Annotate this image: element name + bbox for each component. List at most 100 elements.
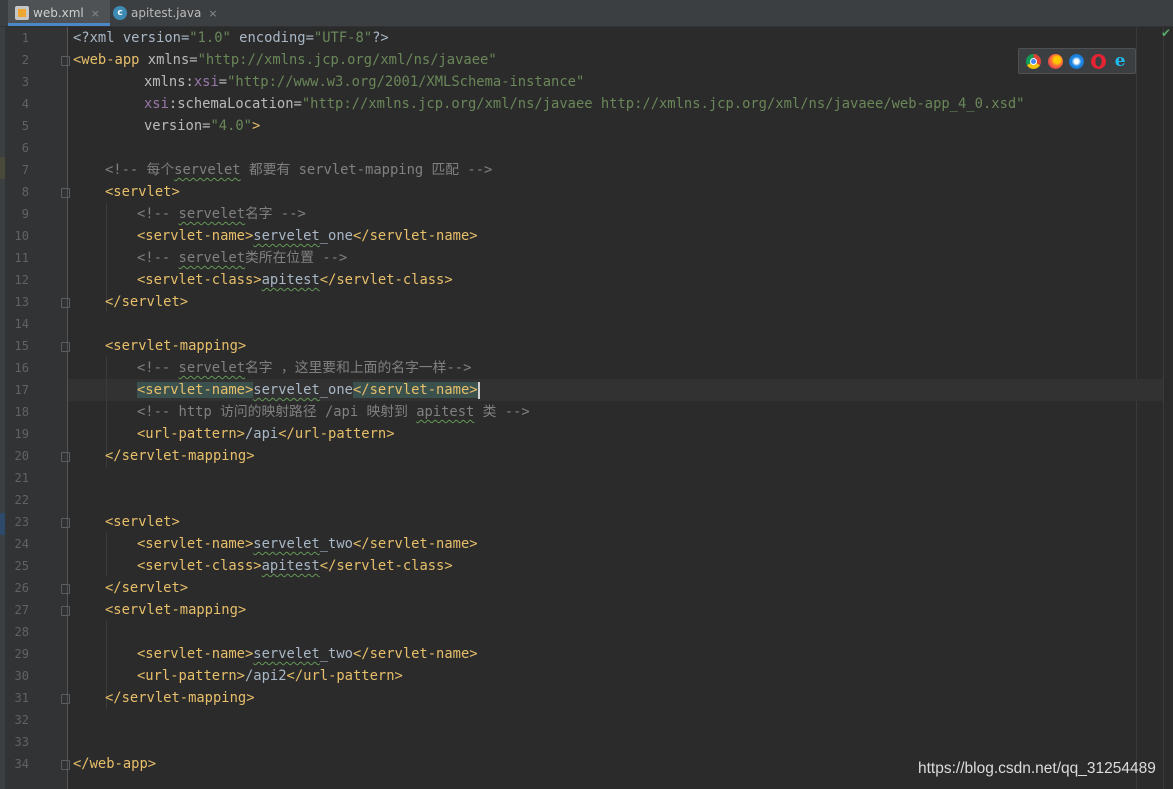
- attr-name: xmlns:: [144, 74, 194, 90]
- code-line[interactable]: <servlet-mapping>: [105, 335, 246, 357]
- code-line[interactable]: <servlet-name>servelet_one</servlet-name…: [137, 225, 478, 247]
- close-icon[interactable]: ×: [208, 7, 217, 20]
- xml-tag: <servlet-name>: [137, 646, 254, 662]
- line-number: 22: [14, 493, 29, 507]
- tag-text: _two: [319, 536, 353, 552]
- line-number: 32: [14, 713, 29, 727]
- line-number: 19: [14, 427, 29, 441]
- xml-tag: <servlet>: [105, 514, 180, 530]
- code-line[interactable]: xsi:schemaLocation="http://xmlns.jcp.org…: [144, 93, 1025, 115]
- opera-icon[interactable]: [1091, 53, 1107, 69]
- xml-tag: </servlet>: [105, 294, 189, 310]
- code-line[interactable]: <servlet-class>apitest</servlet-class>: [137, 269, 453, 291]
- error-stripe[interactable]: [1163, 27, 1173, 789]
- line-number: 26: [14, 581, 29, 595]
- xml-tag: <servlet-class>: [137, 272, 262, 288]
- line-number: 12: [14, 273, 29, 287]
- code-line[interactable]: <web-app xmlns="http://xmlns.jcp.org/xml…: [73, 49, 497, 71]
- attr-value: "http://xmlns.jcp.org/xml/ns/javaee": [197, 52, 497, 68]
- code-line[interactable]: xmlns:xsi="http://www.w3.org/2001/XMLSch…: [144, 71, 584, 93]
- code-line[interactable]: <servlet>: [105, 181, 180, 203]
- line-number: 20: [14, 449, 29, 463]
- comment: <!-- 每个: [105, 162, 175, 178]
- comment: servelet: [174, 162, 241, 178]
- line-number: 11: [14, 251, 29, 265]
- watermark: https://blog.csdn.net/qq_31254489: [918, 760, 1156, 777]
- tag-text: _two: [319, 646, 353, 662]
- code-line[interactable]: <!-- http 访问的映射路径 /api 映射到 apitest 类 -->: [137, 401, 530, 423]
- indent-guide: [106, 533, 107, 577]
- comment: 名字 ，这里要和上面的名字一样-->: [245, 360, 472, 376]
- code-line[interactable]: <servlet>: [105, 511, 180, 533]
- tab-web-xml[interactable]: web.xml ×: [8, 0, 110, 26]
- xml-tag: <servlet-class>: [137, 558, 262, 574]
- namespace: xsi: [144, 96, 169, 112]
- tag-text: /api2: [244, 668, 287, 684]
- code-line[interactable]: </servlet-mapping>: [105, 445, 255, 467]
- xml-tag: </servlet>: [105, 580, 189, 596]
- code-line[interactable]: <servlet-name>servelet_two</servlet-name…: [137, 643, 478, 665]
- tag-text: servelet: [253, 228, 320, 244]
- comment: 名字 -->: [245, 206, 306, 222]
- code-line-current[interactable]: <servlet-name>servelet_one</servlet-name…: [137, 379, 480, 401]
- line-number: 21: [14, 471, 29, 485]
- line-number: 30: [14, 669, 29, 683]
- tag-text: /api: [244, 426, 279, 442]
- line-number: 29: [14, 647, 29, 661]
- tag-text: apitest: [261, 558, 320, 574]
- text-caret: [477, 381, 480, 399]
- code-line[interactable]: </servlet>: [105, 577, 188, 599]
- xml-tag: <servlet-mapping>: [105, 602, 247, 618]
- code-line[interactable]: version="4.0">: [144, 115, 260, 137]
- code-line[interactable]: <!-- servelet名字 -->: [137, 203, 306, 225]
- comment: apitest: [416, 404, 475, 420]
- code-line[interactable]: <servlet-name>servelet_two</servlet-name…: [137, 533, 478, 555]
- code-line[interactable]: </web-app>: [73, 753, 156, 775]
- line-number: 27: [14, 603, 29, 617]
- code-line[interactable]: <?xml version="1.0" encoding="UTF-8"?>: [73, 27, 389, 49]
- code-line[interactable]: <url-pattern>/api2</url-pattern>: [137, 665, 403, 687]
- internet-explorer-icon[interactable]: e: [1113, 52, 1128, 69]
- code-editor[interactable]: <?xml version="1.0" encoding="UTF-8"?> <…: [68, 27, 1163, 789]
- line-number: 23: [14, 515, 29, 529]
- tab-apitest-java[interactable]: c apitest.java ×: [108, 0, 223, 26]
- line-number: 17: [14, 383, 29, 397]
- tab-label: web.xml: [33, 6, 84, 20]
- firefox-icon[interactable]: [1047, 53, 1063, 69]
- line-number: 13: [14, 295, 29, 309]
- code-line[interactable]: </servlet>: [105, 291, 188, 313]
- code-line[interactable]: <url-pattern>/api</url-pattern>: [137, 423, 395, 445]
- comment: <!-- http 访问的映射路径 /api 映射到: [137, 404, 417, 420]
- attr-name: version=: [144, 118, 211, 134]
- comment: servelet: [178, 250, 245, 266]
- xml-tag: </servlet-class>: [319, 272, 453, 288]
- attr-name: encoding=: [230, 30, 314, 46]
- code-line[interactable]: <!-- 每个servelet 都要有 servlet-mapping 匹配 -…: [105, 159, 492, 181]
- editor-tab-bar: web.xml × c apitest.java ×: [0, 0, 1173, 27]
- xml-tag: </servlet-name>: [352, 228, 478, 244]
- comment: servelet: [178, 360, 245, 376]
- xml-tag: </servlet-name>: [352, 536, 478, 552]
- code-line[interactable]: <servlet-class>apitest</servlet-class>: [137, 555, 453, 577]
- close-icon[interactable]: ×: [91, 7, 100, 20]
- line-number: 8: [21, 185, 29, 199]
- code-line[interactable]: <!-- servelet名字 ，这里要和上面的名字一样-->: [137, 357, 471, 379]
- code-line[interactable]: </servlet-mapping>: [105, 687, 255, 709]
- xml-tag: </servlet-mapping>: [105, 690, 255, 706]
- inspection-ok-icon[interactable]: ✔: [1161, 26, 1171, 40]
- tag-text: _one: [319, 382, 353, 398]
- code-line[interactable]: <!-- servelet类所在位置 -->: [137, 247, 347, 269]
- attr-value: "1.0": [189, 30, 231, 46]
- xml-tag: <servlet-name>: [137, 536, 254, 552]
- line-number: 16: [14, 361, 29, 375]
- chrome-icon[interactable]: [1026, 53, 1042, 69]
- attr-value: "http://xmlns.jcp.org/xml/ns/javaee http…: [301, 96, 1025, 112]
- line-number-gutter[interactable]: 1 2 3 4 5 6 7 8 9 10 11 12 13 14 15 16 1…: [5, 27, 70, 789]
- comment: 类 -->: [474, 404, 530, 420]
- line-number: 34: [14, 757, 29, 771]
- xml-declaration: ?>: [372, 30, 389, 46]
- line-number: 2: [21, 53, 29, 67]
- xml-tag: <servlet>: [105, 184, 180, 200]
- safari-icon[interactable]: [1069, 53, 1085, 69]
- code-line[interactable]: <servlet-mapping>: [105, 599, 246, 621]
